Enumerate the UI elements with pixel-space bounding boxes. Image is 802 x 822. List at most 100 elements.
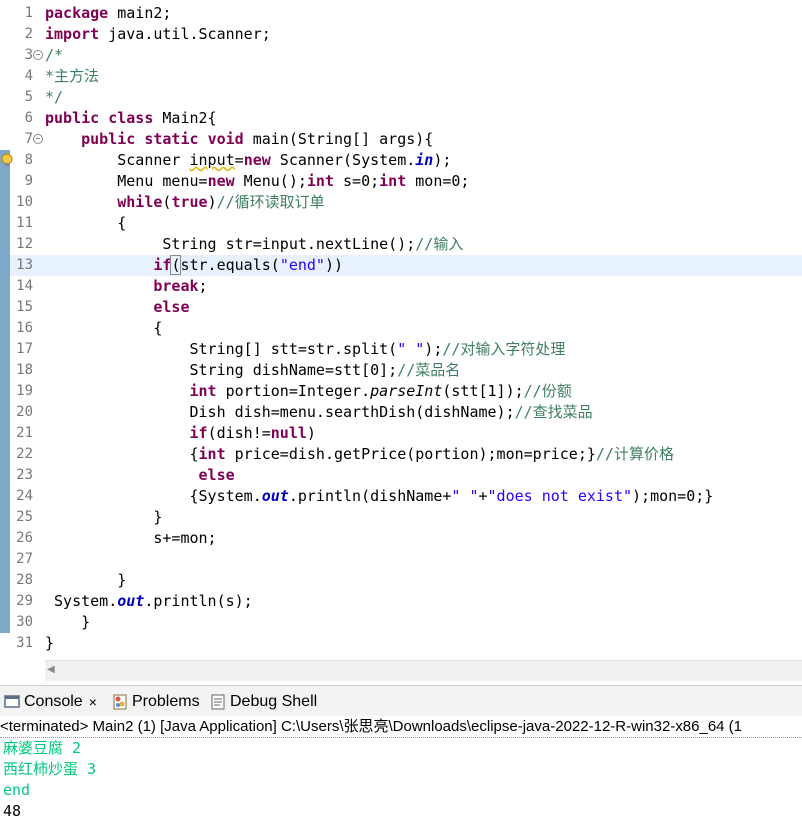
code-token: .println(dishName+ <box>288 487 452 505</box>
code-token: = <box>234 151 244 169</box>
code-token: (stt[1]); <box>442 382 524 400</box>
code-text: public static void main(String[] args){ <box>45 129 433 150</box>
horizontal-scrollbar[interactable]: ◀ <box>45 660 802 681</box>
code-text: package main2; <box>45 3 171 24</box>
code-line[interactable]: 5 */ <box>0 87 802 108</box>
code-token: else <box>153 298 190 316</box>
code-line[interactable]: 28 } <box>0 570 802 591</box>
line-number: 18 <box>16 362 33 378</box>
coverage-marker <box>0 507 10 528</box>
code-line[interactable]: 1 package main2; <box>0 3 802 24</box>
code-line[interactable]: 26 s+=mon; <box>0 528 802 549</box>
line-number: 8 <box>24 152 33 168</box>
coverage-marker <box>0 213 10 234</box>
code-line[interactable]: 31} <box>0 633 802 654</box>
code-line[interactable]: 19 int portion=Integer.parseInt(stt[1]);… <box>0 381 802 402</box>
code-line[interactable]: 13 if(str.equals("end")) <box>0 255 802 276</box>
code-token: " " <box>397 340 425 358</box>
code-token: parseInt <box>370 382 443 400</box>
coverage-marker <box>0 339 10 360</box>
line-number: 29 <box>16 593 33 609</box>
code-token: out <box>117 592 145 610</box>
code-line[interactable]: 18 String dishName=stt[0];//菜品名 <box>0 360 802 381</box>
code-line[interactable]: 29 System.out.println(s); <box>0 591 802 612</box>
coverage-marker <box>0 381 10 402</box>
code-token: s=0; <box>334 172 380 190</box>
code-line[interactable]: 24 {System.out.println(dishName+" "+"doe… <box>0 486 802 507</box>
code-token: java.util.Scanner; <box>99 25 271 43</box>
tab-console[interactable]: Console × <box>4 691 97 713</box>
code-line[interactable]: 7− public static void main(String[] args… <box>0 129 802 150</box>
code-token: ; <box>198 277 208 295</box>
code-text: {int price=dish.getPrice(portion);mon=pr… <box>45 444 674 465</box>
debug-shell-icon <box>210 694 226 710</box>
code-text: String[] stt=str.split(" ");//对输入字符处理 <box>45 339 565 360</box>
code-line[interactable]: 22 {int price=dish.getPrice(portion);mon… <box>0 444 802 465</box>
code-token: */ <box>45 88 64 106</box>
code-text: /* <box>45 45 63 66</box>
problems-icon <box>112 694 128 710</box>
code-line[interactable]: 9 Menu menu=new Menu();int s=0;int mon=0… <box>0 171 802 192</box>
code-line[interactable]: 27 <box>0 549 802 570</box>
line-number: 13 <box>16 257 33 273</box>
code-line[interactable]: 8 Scanner input=new Scanner(System.in); <box>0 150 802 171</box>
code-token: )) <box>324 256 344 274</box>
code-token: int <box>198 445 226 463</box>
code-line[interactable]: 11 { <box>0 213 802 234</box>
code-token: //查找菜品 <box>514 403 593 421</box>
code-line[interactable]: 4 *主方法 <box>0 66 802 87</box>
coverage-marker <box>0 591 10 612</box>
coverage-marker <box>0 402 10 423</box>
code-line[interactable]: 15 else <box>0 297 802 318</box>
code-line[interactable]: 3−/* <box>0 45 802 66</box>
code-token: " " <box>451 487 479 505</box>
code-line[interactable]: 21 if(dish!=null) <box>0 423 802 444</box>
code-line[interactable]: 16 { <box>0 318 802 339</box>
fold-toggle-icon[interactable]: − <box>33 50 43 60</box>
code-token: { <box>45 445 199 463</box>
code-token: int <box>306 172 334 190</box>
code-line[interactable]: 12 String str=input.nextLine();//输入 <box>0 234 802 255</box>
code-token: else <box>198 466 235 484</box>
code-token: portion=Integer. <box>216 382 371 400</box>
code-token: main2; <box>108 4 172 22</box>
code-token: //计算价格 <box>595 445 674 463</box>
line-number: 15 <box>16 299 33 315</box>
code-line[interactable]: 6 public class Main2{ <box>0 108 802 129</box>
code-text: { <box>45 318 162 339</box>
code-line[interactable]: 2 import java.util.Scanner; <box>0 24 802 45</box>
tab-debug-shell[interactable]: Debug Shell <box>210 691 317 713</box>
tab-problems[interactable]: Problems <box>112 691 200 713</box>
line-number: 25 <box>16 509 33 525</box>
code-token: { <box>45 214 127 232</box>
line-number: 31 <box>16 635 33 651</box>
code-line[interactable]: 10 while(true)//循环读取订单 <box>0 192 802 213</box>
code-token: String dishName=stt[0]; <box>45 361 398 379</box>
code-text: else <box>45 465 235 486</box>
line-number: 9 <box>24 173 33 189</box>
code-token: int <box>189 382 217 400</box>
coverage-marker <box>0 276 10 297</box>
code-line[interactable]: 17 String[] stt=str.split(" ");//对输入字符处理 <box>0 339 802 360</box>
fold-toggle-icon[interactable]: − <box>33 134 43 144</box>
code-line[interactable]: 20 Dish dish=menu.searthDish(dishName);/… <box>0 402 802 423</box>
code-editor[interactable]: 1 package main2; 2 import java.util.Scanner… <box>0 0 802 660</box>
coverage-marker <box>0 444 10 465</box>
code-text: break; <box>45 276 208 297</box>
code-token: } <box>45 508 163 526</box>
code-token: System. <box>45 592 118 610</box>
code-line[interactable]: 25 } <box>0 507 802 528</box>
code-text: Scanner input=new Scanner(System.in); <box>45 150 451 171</box>
code-line[interactable]: 14 break; <box>0 276 802 297</box>
scroll-left-icon[interactable]: ◀ <box>47 664 55 675</box>
code-text: */ <box>45 87 63 108</box>
code-line[interactable]: 23 else <box>0 465 802 486</box>
code-text: System.out.println(s); <box>45 591 253 612</box>
code-token: ); <box>433 151 452 169</box>
code-line[interactable]: 30 } <box>0 612 802 633</box>
code-token: new <box>243 151 271 169</box>
code-token: main(String[] args){ <box>243 130 434 148</box>
close-icon[interactable]: × <box>89 691 97 713</box>
